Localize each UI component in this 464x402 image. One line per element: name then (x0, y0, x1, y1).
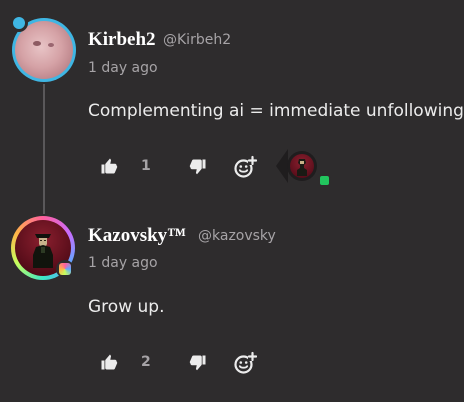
thumbs-down-icon (189, 355, 206, 371)
add-reaction-icon (234, 351, 257, 374)
comment-timestamp[interactable]: 1 day ago (88, 255, 158, 271)
add-reaction-button[interactable] (233, 155, 257, 179)
thread-line (43, 84, 45, 214)
badge-icon (13, 17, 25, 29)
like-button[interactable] (100, 353, 118, 371)
thumbs-down-icon (189, 159, 206, 175)
comment-text: Complementing ai = immediate unfollowing (88, 101, 464, 121)
like-button[interactable] (100, 157, 118, 175)
like-count: 1 (141, 158, 151, 174)
comment-author[interactable]: Kirbeh2 (88, 29, 156, 51)
badge-icon (59, 263, 71, 275)
comment-timestamp[interactable]: 1 day ago (88, 60, 158, 76)
thumbs-up-icon (101, 158, 118, 174)
add-reaction-icon (234, 155, 257, 178)
reaction-avatar-image (290, 154, 314, 178)
comment-handle[interactable]: @Kirbeh2 (163, 32, 231, 48)
add-reaction-button[interactable] (233, 351, 257, 375)
dislike-button[interactable] (189, 158, 207, 176)
thumbs-up-icon (101, 354, 118, 370)
dislike-button[interactable] (189, 354, 207, 372)
like-count: 2 (141, 354, 151, 370)
comment-text: Grow up. (88, 297, 165, 317)
comment-author[interactable]: Kazovsky™ (88, 225, 186, 247)
comment-handle[interactable]: @kazovsky (198, 228, 276, 244)
status-icon (320, 176, 329, 185)
